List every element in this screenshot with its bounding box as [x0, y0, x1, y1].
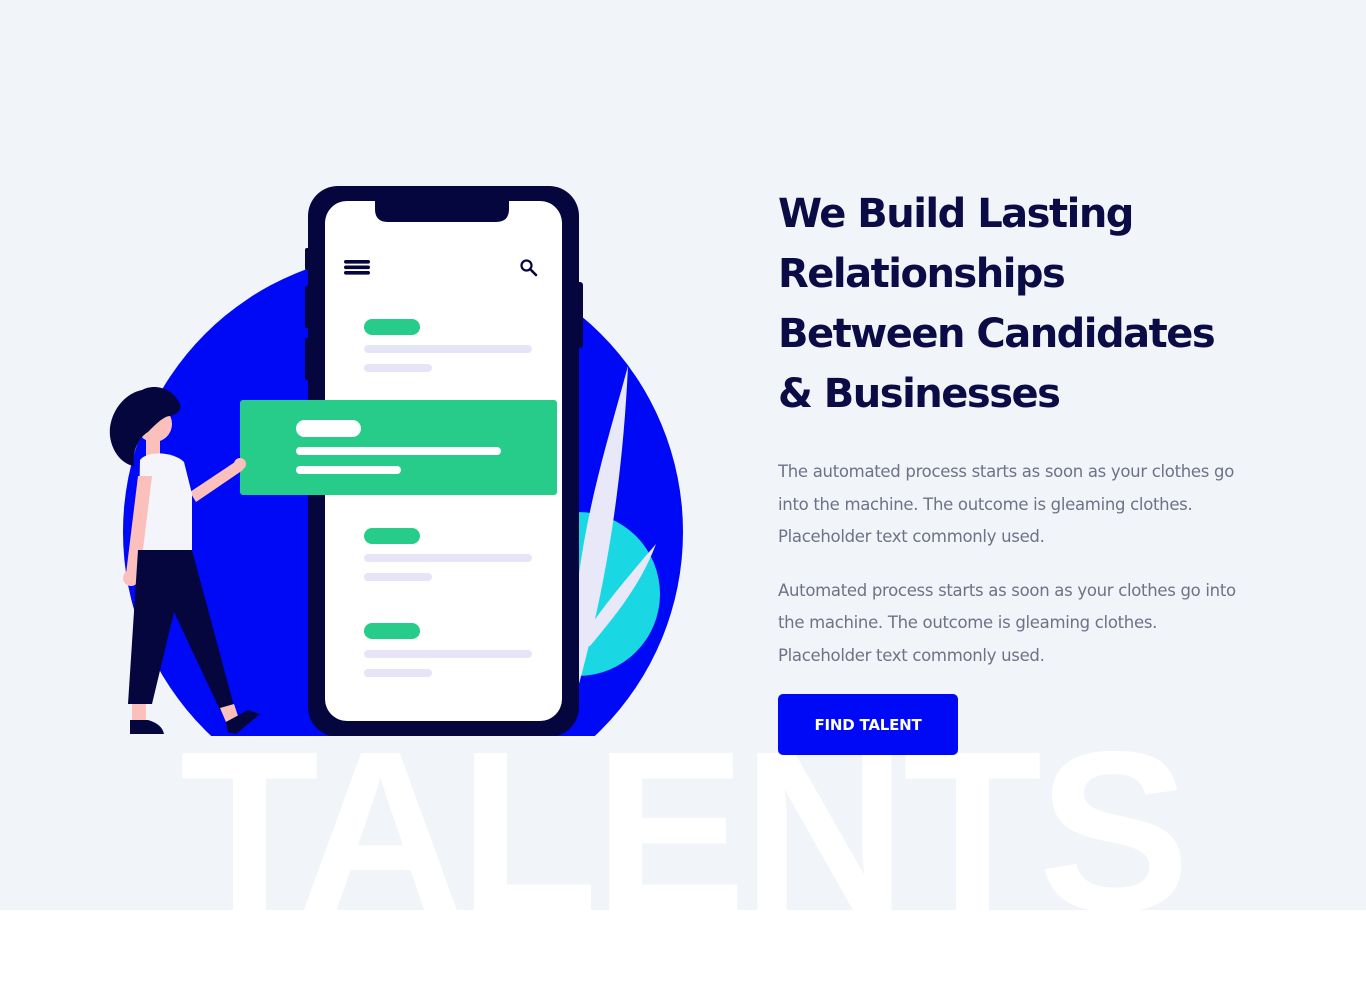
hero-illustration: [100, 176, 700, 742]
hero-description-2: Automated process starts as soon as your…: [778, 580, 1236, 665]
hero-description-1: The automated process starts as soon as …: [778, 462, 1234, 546]
hero-content: We Build Lasting Relationships Between C…: [778, 184, 1248, 755]
hero-headline: We Build Lasting Relationships Between C…: [778, 191, 1216, 417]
hero-section: TALENTS We Build Lasting Relationships B…: [0, 0, 1366, 910]
highlighted-card: [240, 400, 557, 495]
hamburger-menu-icon: [344, 260, 370, 275]
find-talent-button[interactable]: FIND TALENT: [778, 694, 958, 755]
